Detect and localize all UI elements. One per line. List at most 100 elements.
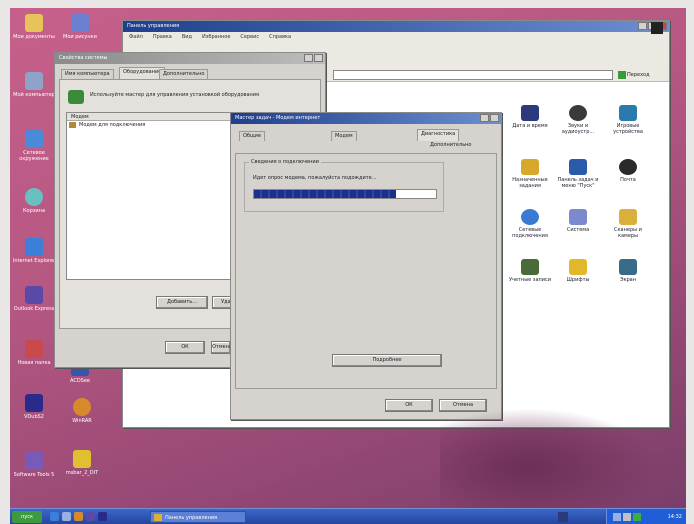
add-button[interactable]: Добавить...: [156, 296, 208, 309]
quicklaunch-app-icon[interactable]: [98, 512, 107, 521]
quicklaunch-mail-icon[interactable]: [86, 512, 95, 521]
tab-diagnostics[interactable]: Диагностика: [417, 129, 460, 141]
quicklaunch-desktop-icon[interactable]: [62, 512, 71, 521]
folder-icon: [25, 14, 43, 32]
display-icon: [619, 259, 637, 275]
tray-network-icon[interactable]: [613, 513, 621, 521]
windows-logo-icon: [651, 22, 663, 34]
cp-item-system[interactable]: Система: [555, 209, 601, 233]
modem-dialog-titlebar[interactable]: Мастер задач - Модем интернет: [231, 113, 501, 124]
go-arrow-icon: [618, 71, 626, 79]
close-button[interactable]: [314, 54, 323, 62]
desktop: Мои документы Мой компьютер Сетевое окру…: [10, 8, 686, 508]
cp-item-scanners[interactable]: Сканеры и камеры: [605, 209, 651, 239]
computer-icon: [25, 72, 43, 90]
menu-help[interactable]: Справка: [269, 32, 291, 42]
help-button[interactable]: [304, 54, 313, 62]
tools-icon: [25, 452, 43, 470]
menu-file[interactable]: Файл: [129, 32, 143, 42]
checkmark-icon: [73, 450, 91, 468]
cp-item-user-accounts[interactable]: Учетные записи: [507, 259, 553, 283]
quicklaunch-media-icon[interactable]: [74, 512, 83, 521]
red-folder-icon: [25, 340, 43, 358]
cp-item-game-controllers[interactable]: Игровые устройства: [605, 105, 651, 135]
cp-item-scheduled-tasks[interactable]: Назначенные задания: [507, 159, 553, 189]
progress-bar: [253, 189, 437, 199]
cp-item-mail[interactable]: Почта: [605, 159, 651, 183]
taskbar-item-control-panel[interactable]: Панель управления: [150, 511, 246, 523]
desktop-icon-outlook[interactable]: Outlook Express: [12, 286, 56, 312]
speaker-icon: [569, 105, 587, 121]
cancel-button[interactable]: Отмена: [439, 399, 487, 412]
tray-modem-icon[interactable]: [633, 513, 641, 521]
scanner-icon: [619, 209, 637, 225]
connection-group: Сведения о подключении Идет опрос модема…: [244, 159, 444, 212]
archive-icon: [73, 398, 91, 416]
close-button[interactable]: [490, 114, 499, 122]
menu-bar: Файл Правка Вид Избранное Сервис Справка: [123, 32, 669, 42]
group-label: Сведения о подключении: [249, 159, 321, 165]
quicklaunch-ie-icon[interactable]: [50, 512, 59, 521]
taskbar-icon: [569, 159, 587, 175]
desktop-icon-recycle-bin[interactable]: Корзина: [12, 188, 56, 214]
cp-item-taskbar[interactable]: Панель задач и меню "Пуск": [555, 159, 601, 189]
date-time-icon: [521, 105, 539, 121]
desktop-icon-my-pictures[interactable]: Мои рисунки: [58, 14, 102, 40]
tab-advanced[interactable]: Дополнительно: [427, 141, 474, 151]
taskbar: пуск Панель управления 14:32: [10, 508, 686, 524]
desktop-icon-software-tools[interactable]: Software Tools 5: [12, 452, 56, 478]
system-icon: [569, 209, 587, 225]
menu-edit[interactable]: Правка: [153, 32, 172, 42]
tab-modem[interactable]: Модем: [331, 131, 357, 141]
application-icon: [25, 394, 43, 412]
help-button[interactable]: [480, 114, 489, 122]
cancel-button[interactable]: Отмена: [211, 341, 231, 354]
control-panel-titlebar[interactable]: Панель управления: [123, 21, 669, 32]
pictures-icon: [71, 14, 89, 32]
desktop-icon-ie[interactable]: Internet Explorer: [12, 238, 56, 264]
ok-button[interactable]: ОК: [165, 341, 205, 354]
folder-clock-icon: [521, 159, 539, 175]
control-panel-icon: [154, 514, 162, 521]
hardware-wizard-icon: [68, 90, 84, 104]
tab-advanced[interactable]: Дополнительно: [159, 69, 209, 79]
details-button[interactable]: Подробнее: [332, 354, 442, 367]
minimize-button[interactable]: [638, 22, 647, 30]
cp-item-fonts[interactable]: Шрифты: [555, 259, 601, 283]
desktop-icon-network[interactable]: Сетевое окружение: [12, 130, 56, 162]
desktop-icon-msbar[interactable]: msbar_2_DIT: [60, 450, 104, 476]
desktop-icon-winrar[interactable]: WinRAR: [60, 398, 104, 424]
modem-diagnostics-dialog: Мастер задач - Модем интернет Общие Моде…: [230, 112, 502, 420]
fonts-folder-icon: [569, 259, 587, 275]
tab-computer-name[interactable]: Имя компьютера: [61, 69, 114, 79]
cp-item-display[interactable]: Экран: [605, 259, 651, 283]
tab-panel: Сведения о подключении Идет опрос модема…: [235, 153, 497, 389]
start-button[interactable]: пуск: [12, 511, 42, 523]
cp-item-network[interactable]: Сетевые подключения: [507, 209, 553, 239]
desktop-icon-my-computer[interactable]: Мой компьютер: [12, 72, 56, 98]
ok-button[interactable]: ОК: [385, 399, 433, 412]
recycle-bin-icon: [25, 188, 43, 206]
modem-icon: [69, 122, 76, 128]
gamepad-icon: [619, 105, 637, 121]
go-button[interactable]: Переход: [617, 70, 657, 80]
system-properties-titlebar[interactable]: Свойства системы: [55, 53, 325, 64]
menu-view[interactable]: Вид: [182, 32, 192, 42]
menu-tools[interactable]: Сервис: [240, 32, 259, 42]
address-bar[interactable]: [333, 70, 613, 80]
mail-icon: [619, 159, 637, 175]
menu-favorites[interactable]: Избранное: [202, 32, 230, 42]
desktop-icon-vdub[interactable]: VDubS2: [12, 394, 56, 420]
header-text: Используйте мастер для управления устано…: [90, 92, 260, 98]
cp-item-date-time[interactable]: Дата и время: [507, 105, 553, 129]
tab-general[interactable]: Общие: [239, 131, 266, 141]
progress-caption: Идет опрос модема, пожалуйста подождите.…: [253, 175, 377, 181]
cp-item-sounds[interactable]: Звуки и аудиоустр...: [555, 105, 601, 135]
system-tray: 14:32: [606, 509, 686, 524]
desktop-icon-my-documents[interactable]: Мои документы: [12, 14, 56, 40]
internet-explorer-icon: [25, 238, 43, 256]
tray-volume-icon[interactable]: [623, 513, 631, 521]
desktop-icon-new-folder[interactable]: Новая папка: [12, 340, 56, 366]
progress-fill: [254, 190, 396, 198]
tray-app-icon[interactable]: [558, 512, 568, 522]
